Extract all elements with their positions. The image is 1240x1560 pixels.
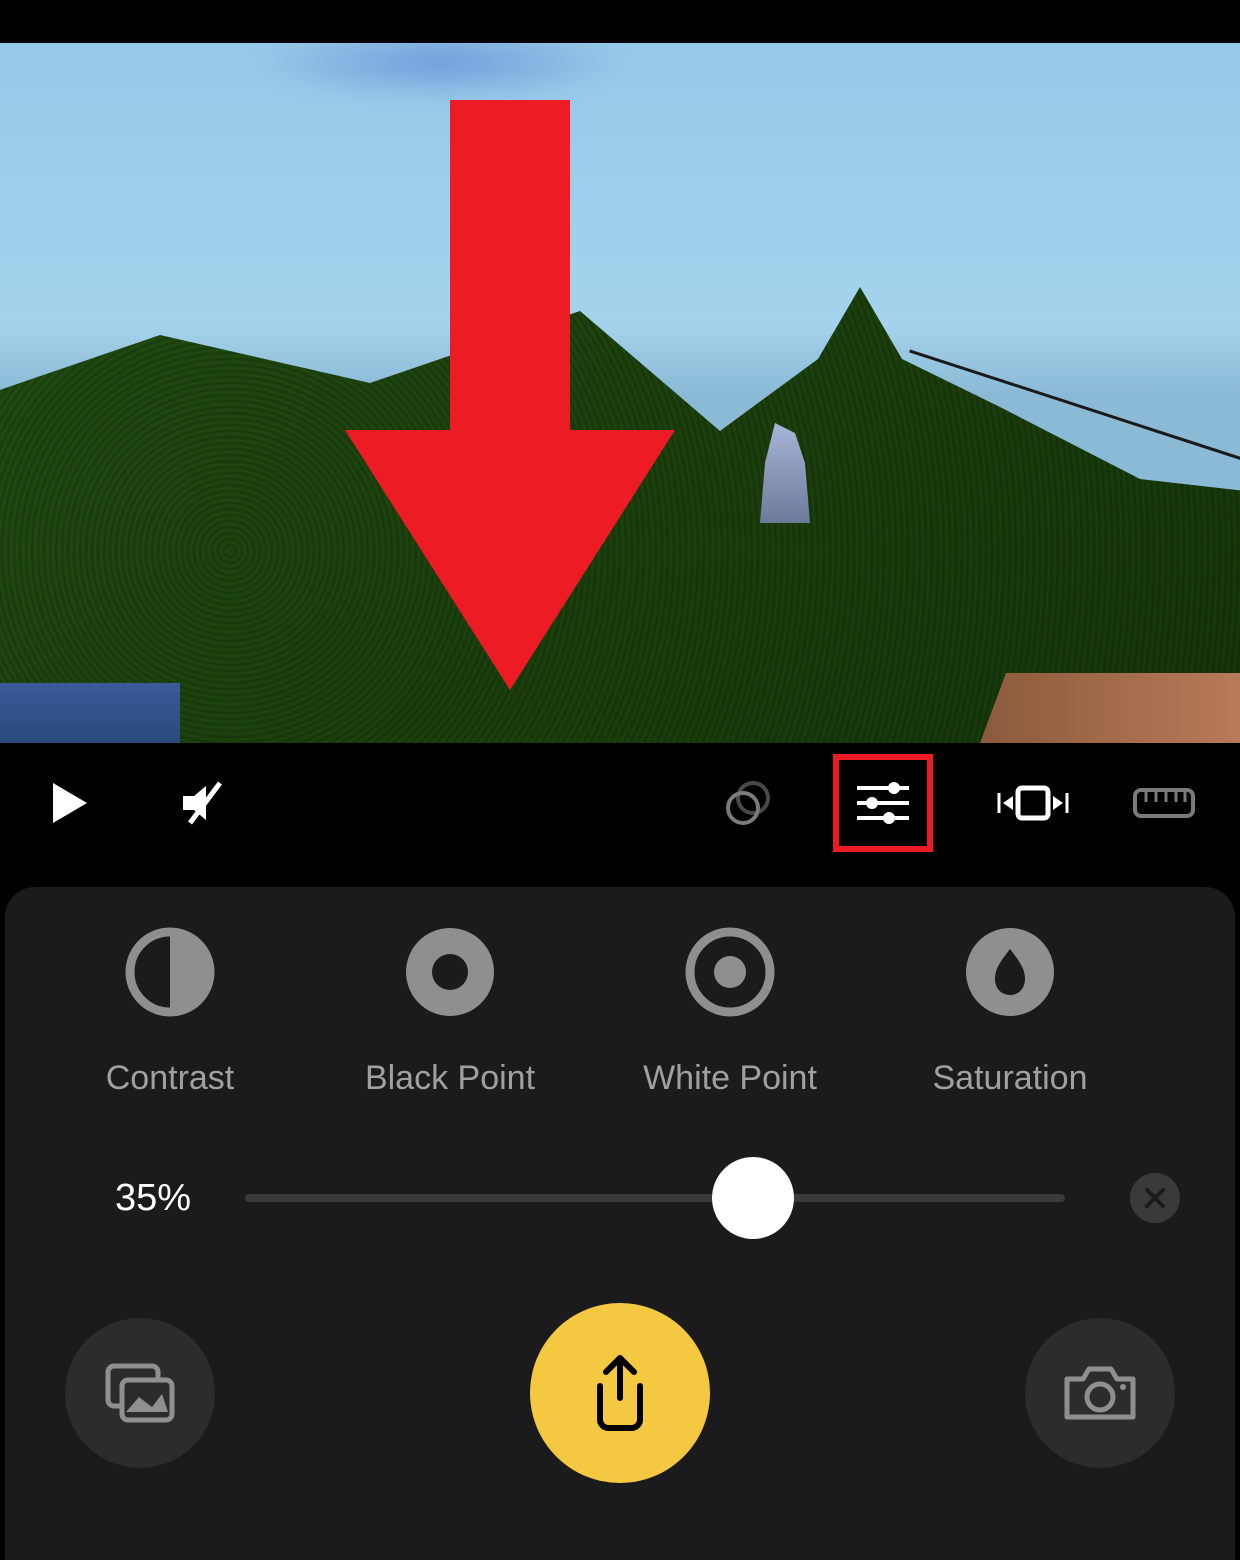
adjustment-slider[interactable]	[245, 1194, 1065, 1202]
filters-button[interactable]	[723, 778, 773, 828]
mute-button[interactable]	[180, 778, 235, 828]
adjustment-blackpoint[interactable]: Black Point	[310, 927, 590, 1098]
saturation-icon	[965, 927, 1055, 1017]
gallery-icon	[104, 1362, 176, 1424]
building	[0, 683, 180, 743]
editor-toolbar	[0, 743, 1240, 863]
sky-gradient	[250, 43, 630, 103]
status-bar	[0, 0, 1240, 43]
crop-button[interactable]	[993, 778, 1073, 828]
adjustment-panel: Contrast Black Point White Point	[5, 887, 1235, 1560]
slider-thumb[interactable]	[712, 1157, 794, 1239]
blackpoint-icon	[405, 927, 495, 1017]
slider-reset-button[interactable]	[1130, 1173, 1180, 1223]
whitepoint-icon	[685, 927, 775, 1017]
adjustment-contrast[interactable]: Contrast	[30, 927, 310, 1098]
adjustment-label: White Point	[643, 1059, 817, 1098]
share-button[interactable]	[530, 1303, 710, 1483]
rooftop	[980, 673, 1240, 743]
slider-value: 35%	[115, 1177, 205, 1220]
play-button[interactable]	[45, 778, 95, 828]
camera-icon	[1061, 1363, 1139, 1423]
adjustment-vibrance[interactable]: Vil	[1150, 927, 1235, 1098]
camera-button[interactable]	[1025, 1318, 1175, 1468]
gallery-button[interactable]	[65, 1318, 215, 1468]
adjust-button[interactable]	[833, 754, 933, 852]
adjustment-label: Contrast	[106, 1059, 235, 1098]
adjustment-whitepoint[interactable]: White Point	[590, 927, 870, 1098]
adjustment-list[interactable]: Contrast Black Point White Point	[5, 927, 1235, 1098]
annotation-arrow-icon	[340, 100, 680, 690]
bottom-actions	[5, 1223, 1235, 1483]
share-icon	[588, 1354, 652, 1432]
adjustment-label: Black Point	[365, 1059, 535, 1098]
adjustment-label: Saturation	[933, 1059, 1088, 1098]
slider-row: 35%	[5, 1098, 1235, 1223]
close-icon	[1143, 1186, 1167, 1210]
adjustment-saturation[interactable]: Saturation	[870, 927, 1150, 1098]
contrast-icon	[125, 927, 215, 1017]
ruler-button[interactable]	[1133, 788, 1195, 818]
